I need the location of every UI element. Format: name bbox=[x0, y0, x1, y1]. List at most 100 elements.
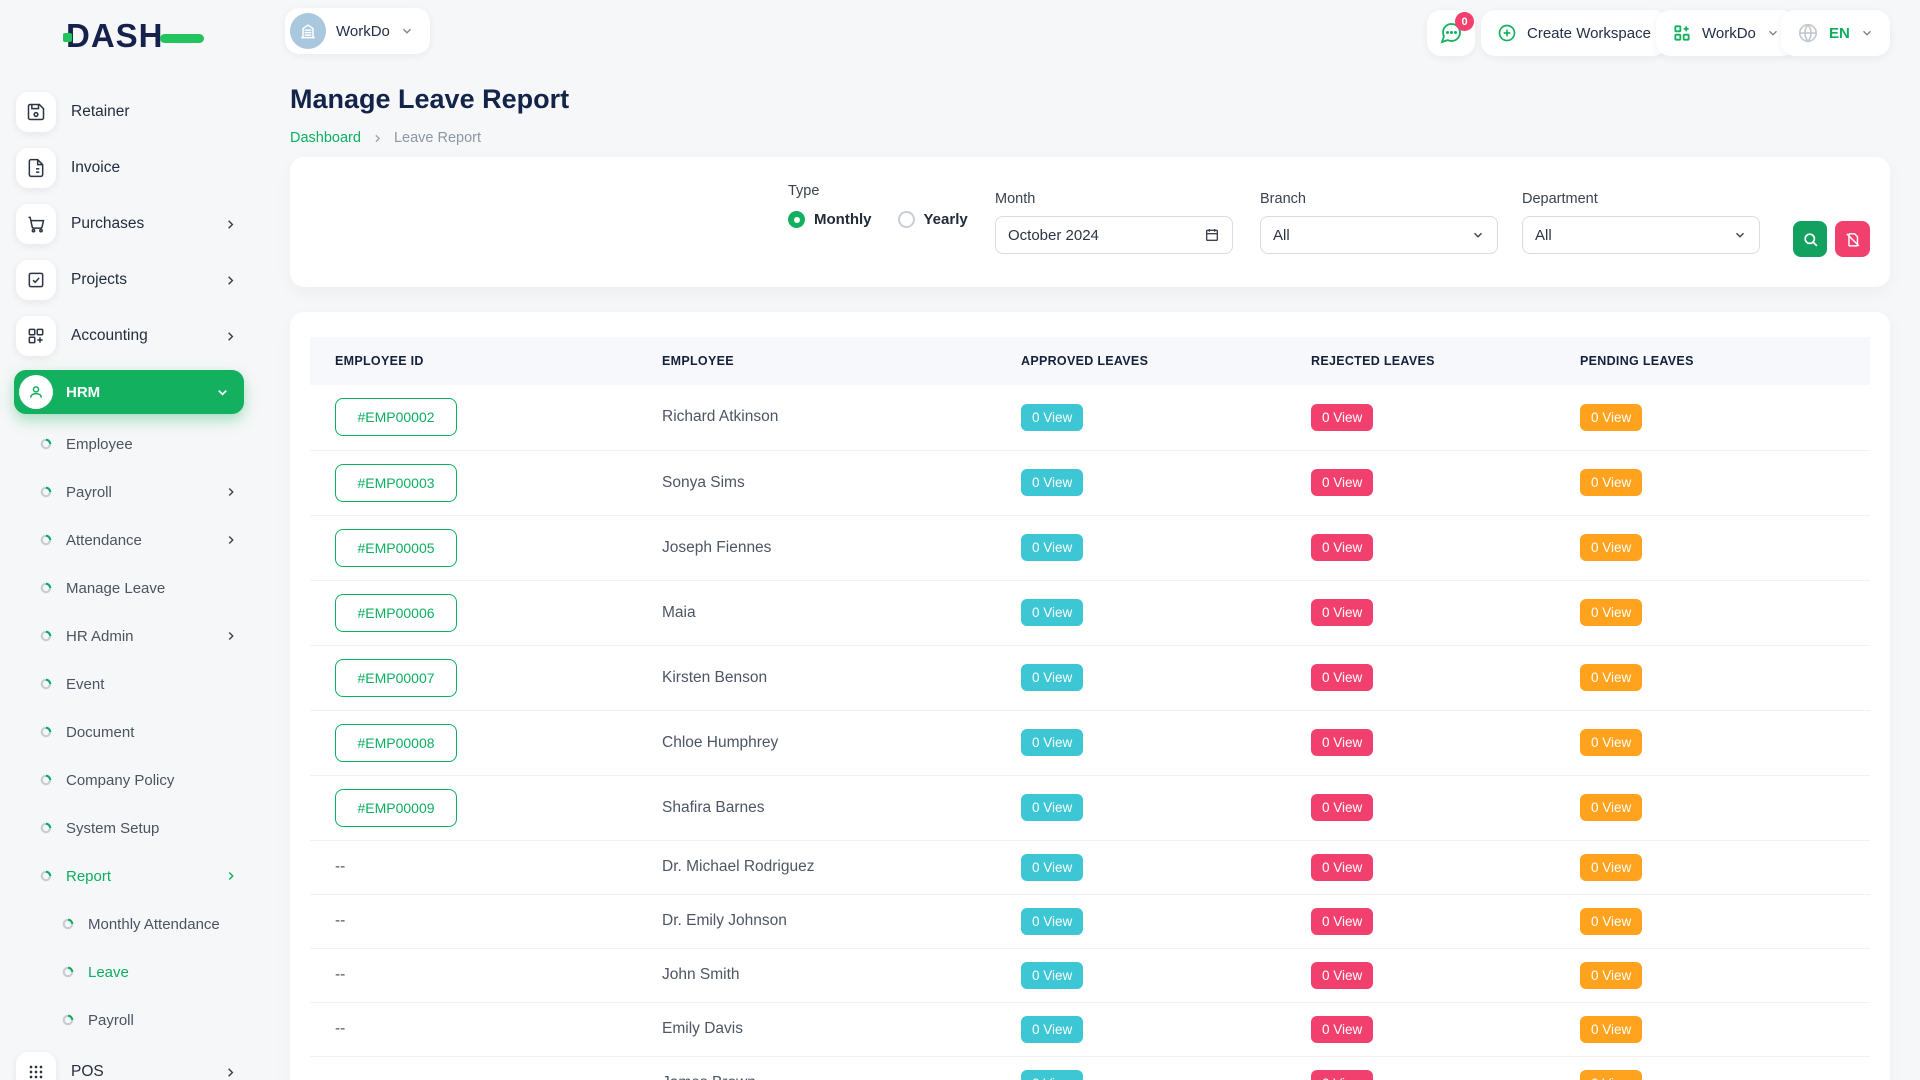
search-button[interactable] bbox=[1793, 221, 1827, 257]
sidebar-item-invoice[interactable]: Invoice bbox=[0, 140, 260, 196]
employee-name: Sonya Sims bbox=[662, 474, 745, 491]
employee-id-chip[interactable]: #EMP00007 bbox=[335, 659, 457, 697]
pending-view-badge[interactable]: 0 View bbox=[1580, 534, 1642, 561]
employee-name: John Smith bbox=[662, 966, 740, 983]
radio-monthly[interactable]: Monthly bbox=[788, 211, 872, 228]
branch-select[interactable]: All bbox=[1260, 216, 1498, 254]
approved-view-badge[interactable]: 0 View bbox=[1021, 729, 1083, 756]
chevron-right-icon bbox=[224, 485, 238, 499]
month-input[interactable]: October 2024 bbox=[995, 216, 1233, 254]
radio-selected-icon[interactable] bbox=[788, 211, 805, 228]
approved-view-badge[interactable]: 0 View bbox=[1021, 1016, 1083, 1043]
approved-view-badge[interactable]: 0 View bbox=[1021, 469, 1083, 496]
rejected-view-badge[interactable]: 0 View bbox=[1311, 1070, 1373, 1080]
logo-accent-dash bbox=[160, 34, 204, 43]
sidebar-item-leave[interactable]: Leave bbox=[0, 948, 260, 996]
sidebar-item-pos[interactable]: POS bbox=[0, 1044, 260, 1080]
approved-view-badge[interactable]: 0 View bbox=[1021, 534, 1083, 561]
bullet-ring-icon bbox=[62, 1014, 74, 1026]
sidebar-item-employee[interactable]: Employee bbox=[0, 420, 260, 468]
rejected-view-badge[interactable]: 0 View bbox=[1311, 1016, 1373, 1043]
sidebar-item-projects[interactable]: Projects bbox=[0, 252, 260, 308]
rejected-view-badge[interactable]: 0 View bbox=[1311, 794, 1373, 821]
sidebar-item-hrm-wrap: HRM bbox=[0, 364, 260, 420]
pending-view-badge[interactable]: 0 View bbox=[1580, 404, 1642, 431]
employee-id-chip[interactable]: #EMP00008 bbox=[335, 724, 457, 762]
sidebar-item-payroll-report[interactable]: Payroll bbox=[0, 996, 260, 1044]
workspace-switcher[interactable]: WorkDo bbox=[285, 8, 430, 54]
rejected-view-badge[interactable]: 0 View bbox=[1311, 599, 1373, 626]
rejected-view-badge[interactable]: 0 View bbox=[1311, 664, 1373, 691]
approved-view-badge[interactable]: 0 View bbox=[1021, 404, 1083, 431]
sidebar-item-event[interactable]: Event bbox=[0, 660, 260, 708]
employee-id-chip[interactable]: #EMP00009 bbox=[335, 789, 457, 827]
app-menu-button[interactable]: WorkDo bbox=[1656, 10, 1796, 56]
approved-view-badge[interactable]: 0 View bbox=[1021, 1070, 1083, 1080]
sidebar-item-manage-leave[interactable]: Manage Leave bbox=[0, 564, 260, 612]
approved-view-badge[interactable]: 0 View bbox=[1021, 794, 1083, 821]
pending-view-badge[interactable]: 0 View bbox=[1580, 664, 1642, 691]
save-icon bbox=[16, 92, 56, 132]
pending-view-badge[interactable]: 0 View bbox=[1580, 599, 1642, 626]
employee-id-chip[interactable]: #EMP00002 bbox=[335, 398, 457, 436]
radio-yearly[interactable]: Yearly bbox=[898, 211, 968, 228]
bullet-ring-icon bbox=[62, 966, 74, 978]
pending-view-badge[interactable]: 0 View bbox=[1580, 469, 1642, 496]
employee-id-empty: -- bbox=[335, 1074, 345, 1080]
table-row: #EMP00005 Joseph Fiennes 0 View 0 View 0… bbox=[310, 515, 1870, 580]
employee-id-empty: -- bbox=[335, 912, 345, 929]
rejected-view-badge[interactable]: 0 View bbox=[1311, 729, 1373, 756]
sidebar-item-hr-admin[interactable]: HR Admin bbox=[0, 612, 260, 660]
pending-view-badge[interactable]: 0 View bbox=[1580, 729, 1642, 756]
sidebar-item-report[interactable]: Report bbox=[0, 852, 260, 900]
rejected-view-badge[interactable]: 0 View bbox=[1311, 908, 1373, 935]
breadcrumb-dashboard-link[interactable]: Dashboard bbox=[290, 130, 361, 146]
grid-plus-icon bbox=[1672, 23, 1692, 43]
employee-id-empty: -- bbox=[335, 858, 345, 875]
app-logo[interactable]: DASH bbox=[66, 18, 204, 54]
rejected-view-badge[interactable]: 0 View bbox=[1311, 534, 1373, 561]
approved-view-badge[interactable]: 0 View bbox=[1021, 854, 1083, 881]
pending-view-badge[interactable]: 0 View bbox=[1580, 908, 1642, 935]
bullet-ring-icon bbox=[40, 486, 52, 498]
rejected-view-badge[interactable]: 0 View bbox=[1311, 854, 1373, 881]
sidebar-item-hrm[interactable]: HRM bbox=[14, 370, 244, 414]
sidebar-item-payroll[interactable]: Payroll bbox=[0, 468, 260, 516]
pending-view-badge[interactable]: 0 View bbox=[1580, 1016, 1642, 1043]
pending-view-badge[interactable]: 0 View bbox=[1580, 794, 1642, 821]
employee-name: James Brown bbox=[662, 1074, 756, 1080]
sidebar-item-attendance[interactable]: Attendance bbox=[0, 516, 260, 564]
language-selector[interactable]: EN bbox=[1781, 10, 1890, 56]
sidebar-item-document[interactable]: Document bbox=[0, 708, 260, 756]
approved-view-badge[interactable]: 0 View bbox=[1021, 664, 1083, 691]
sidebar-item-accounting[interactable]: Accounting bbox=[0, 308, 260, 364]
create-workspace-button[interactable]: Create Workspace bbox=[1481, 10, 1667, 56]
pending-view-badge[interactable]: 0 View bbox=[1580, 962, 1642, 989]
sidebar-item-company-policy[interactable]: Company Policy bbox=[0, 756, 260, 804]
rejected-view-badge[interactable]: 0 View bbox=[1311, 404, 1373, 431]
breadcrumb: Dashboard Leave Report bbox=[290, 130, 481, 146]
pending-view-badge[interactable]: 0 View bbox=[1580, 1070, 1642, 1080]
type-filter-group: Type Monthly Yearly bbox=[788, 183, 968, 228]
month-label: Month bbox=[995, 191, 1233, 207]
employee-id-chip[interactable]: #EMP00003 bbox=[335, 464, 457, 502]
pending-view-badge[interactable]: 0 View bbox=[1580, 854, 1642, 881]
approved-view-badge[interactable]: 0 View bbox=[1021, 962, 1083, 989]
messages-button[interactable]: 0 bbox=[1427, 10, 1475, 56]
approved-view-badge[interactable]: 0 View bbox=[1021, 599, 1083, 626]
rejected-view-badge[interactable]: 0 View bbox=[1311, 962, 1373, 989]
sidebar-item-retainer[interactable]: Retainer bbox=[0, 84, 260, 140]
grid-plus-icon bbox=[16, 316, 56, 356]
approved-view-badge[interactable]: 0 View bbox=[1021, 908, 1083, 935]
table-row: #EMP00002 Richard Atkinson 0 View 0 View… bbox=[310, 385, 1870, 450]
reset-filter-button[interactable] bbox=[1835, 221, 1870, 257]
employee-id-chip[interactable]: #EMP00006 bbox=[335, 594, 457, 632]
department-select[interactable]: All bbox=[1522, 216, 1760, 254]
sidebar-item-purchases[interactable]: Purchases bbox=[0, 196, 260, 252]
sidebar-item-system-setup[interactable]: System Setup bbox=[0, 804, 260, 852]
rejected-view-badge[interactable]: 0 View bbox=[1311, 469, 1373, 496]
employee-id-chip[interactable]: #EMP00005 bbox=[335, 529, 457, 567]
sidebar-item-monthly-attendance[interactable]: Monthly Attendance bbox=[0, 900, 260, 948]
employee-name: Dr. Emily Johnson bbox=[662, 912, 787, 929]
radio-unselected-icon[interactable] bbox=[898, 211, 915, 228]
